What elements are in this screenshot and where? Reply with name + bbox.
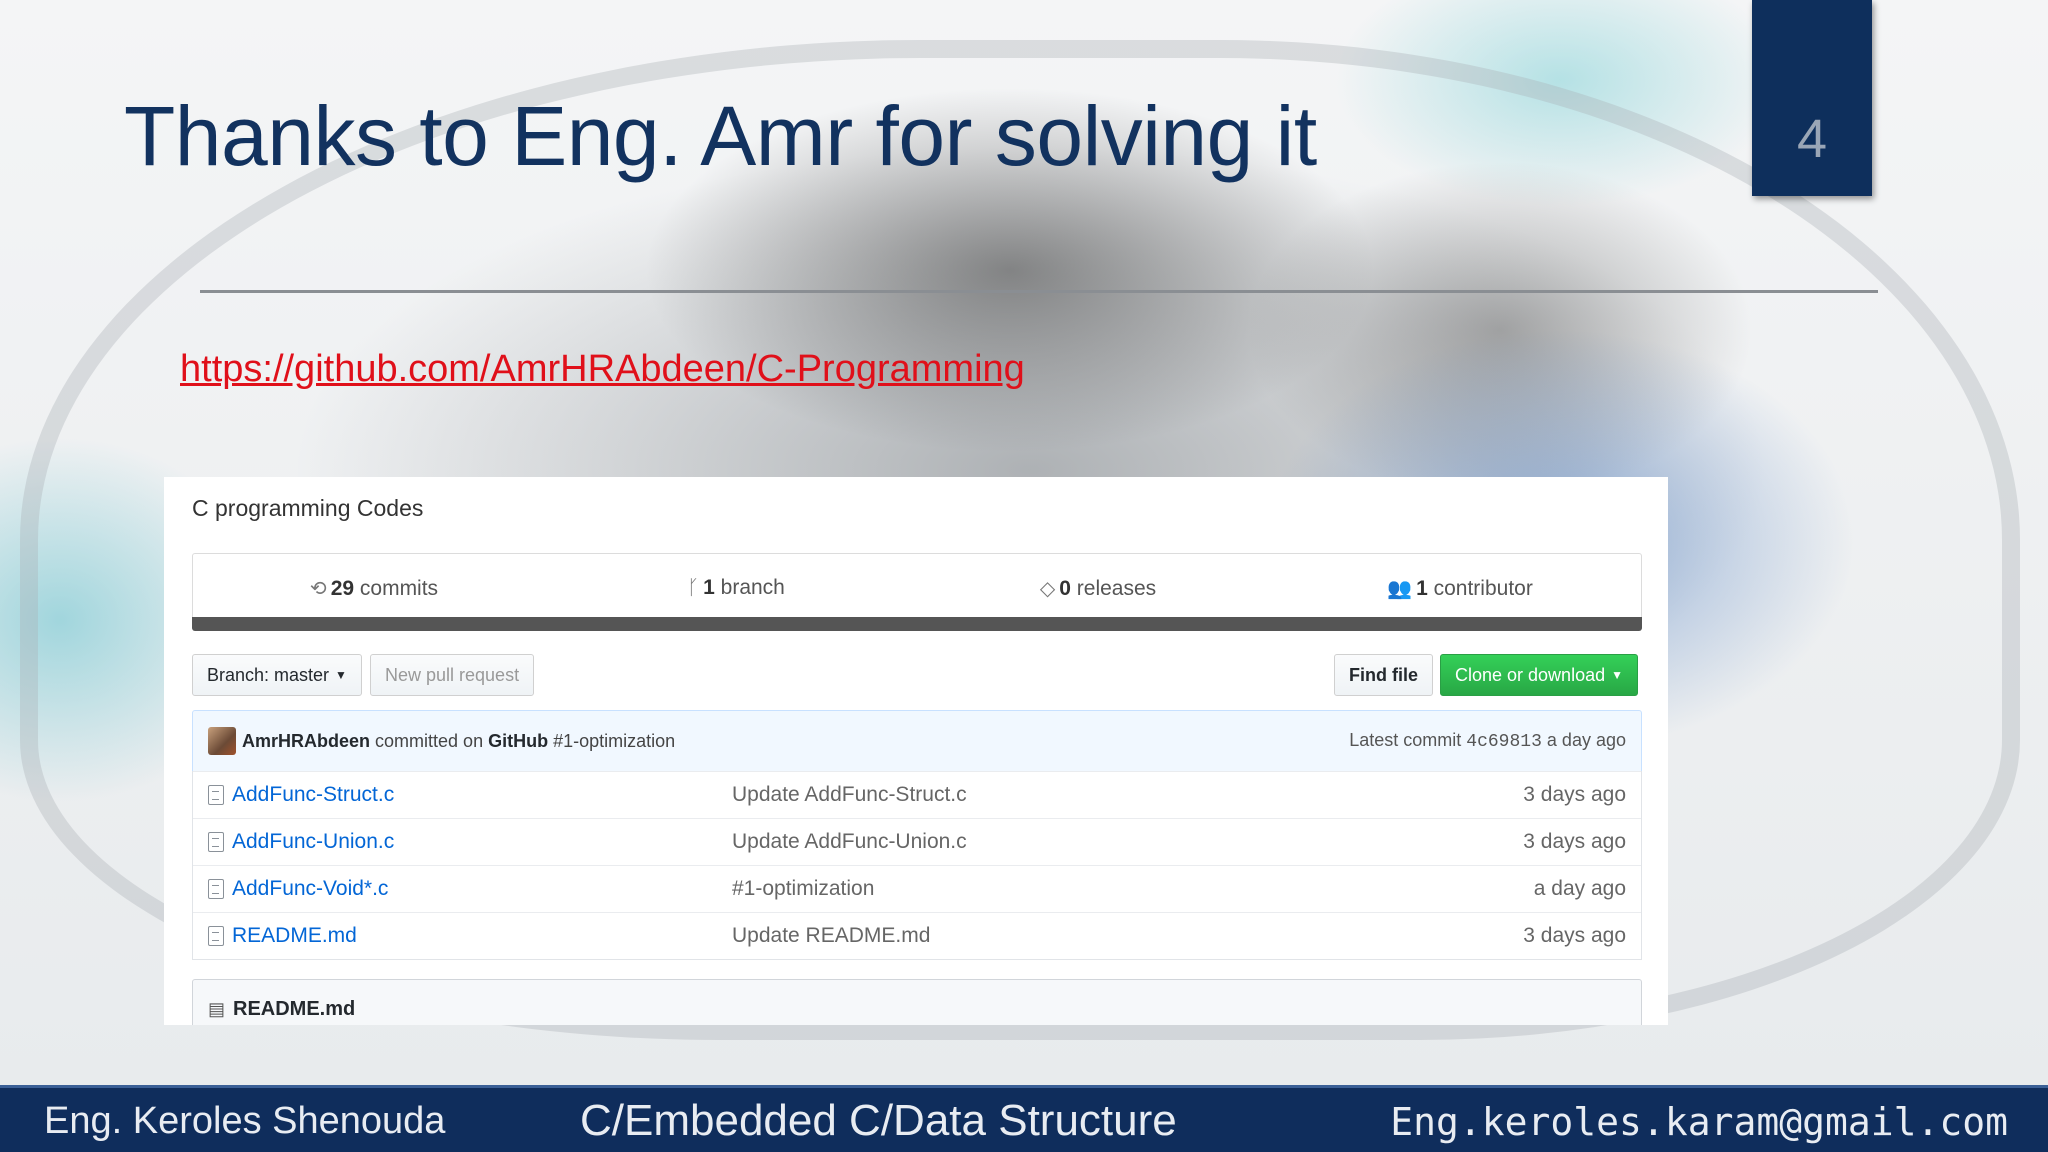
tag-icon: ◇: [1039, 577, 1056, 600]
footer-author: Eng. Keroles Shenouda: [44, 1100, 446, 1142]
avatar[interactable]: [208, 727, 236, 755]
commit-age: a day ago: [1546, 730, 1626, 750]
file-commit-message[interactable]: Update AddFunc-Union.c: [732, 830, 1426, 854]
new-pull-request-button[interactable]: New pull request: [370, 654, 535, 696]
branch-label: branch: [720, 576, 785, 599]
commits-stat[interactable]: ⟲ 29 commits: [193, 576, 555, 601]
branch-select-label: Branch: master: [207, 664, 330, 685]
repo-description: C programming Codes: [192, 495, 424, 521]
latest-commit-bar: AmrHRAbdeen committed on GitHub #1-optim…: [192, 710, 1642, 772]
file-row: README.md Update README.md 3 days ago: [193, 912, 1641, 959]
readme-title: README.md: [233, 997, 356, 1020]
contributor-stat[interactable]: 👥 1 contributor: [1279, 576, 1641, 601]
slide-footer: Eng. Keroles Shenouda C/Embedded C/Data …: [0, 1085, 2048, 1152]
releases-label: releases: [1076, 576, 1157, 600]
caret-down-icon: ▼: [335, 668, 347, 682]
file-commit-message[interactable]: #1-optimization: [732, 877, 1426, 901]
releases-stat[interactable]: ◇ 0 releases: [917, 576, 1279, 601]
page-number: 4: [1796, 109, 1828, 169]
branch-icon: ᚴ: [687, 577, 700, 599]
file-icon: [208, 785, 224, 805]
commit-platform: GitHub: [488, 730, 549, 751]
file-age: 3 days ago: [1523, 783, 1626, 806]
file-icon: [208, 879, 224, 899]
file-row: AddFunc-Struct.c Update AddFunc-Struct.c…: [193, 771, 1641, 818]
latest-commit-info: Latest commit 4c69813 a day ago: [1349, 730, 1626, 752]
commit-message[interactable]: #1-optimization: [553, 731, 675, 752]
file-age: a day ago: [1533, 877, 1626, 900]
github-link[interactable]: https://github.com/AmrHRAbdeen/C-Program…: [180, 348, 1025, 391]
github-repo-screenshot: C programming Codes ⟲ 29 commits ᚴ1 branc…: [164, 477, 1668, 1025]
branch-select-button[interactable]: Branch: master ▼: [192, 654, 362, 696]
file-row: AddFunc-Void*.c #1-optimization a day ag…: [193, 865, 1641, 912]
footer-course: C/Embedded C/Data Structure: [580, 1096, 1177, 1145]
committed-on-text: committed on: [375, 730, 484, 751]
contributor-count: 1: [1416, 576, 1428, 600]
file-commit-message[interactable]: Update AddFunc-Struct.c: [732, 783, 1426, 807]
history-icon: ⟲: [309, 577, 327, 600]
branch-count: 1: [703, 576, 715, 599]
file-name-link[interactable]: AddFunc-Union.c: [232, 830, 732, 854]
footer-email: Eng.keroles.karam@gmail.com: [1390, 1100, 2008, 1144]
file-age: 3 days ago: [1523, 830, 1626, 853]
commits-label: commits: [359, 576, 439, 600]
title-divider: [200, 290, 1878, 293]
repo-stats-bar: ⟲ 29 commits ᚴ1 branch ◇ 0 releases 👥 1 con…: [192, 553, 1642, 623]
commit-author[interactable]: AmrHRAbdeen: [242, 731, 370, 752]
file-row: AddFunc-Union.c Update AddFunc-Union.c 3…: [193, 818, 1641, 865]
latest-commit-label: Latest commit: [1349, 730, 1462, 750]
file-list: AddFunc-Struct.c Update AddFunc-Struct.c…: [192, 771, 1642, 960]
branch-stat[interactable]: ᚴ1 branch: [555, 576, 917, 600]
page-number-box: 4: [1752, 0, 1872, 196]
clone-or-download-label: Clone or download: [1455, 664, 1606, 685]
releases-count: 0: [1059, 576, 1071, 600]
file-name-link[interactable]: README.md: [232, 924, 732, 948]
file-commit-message[interactable]: Update README.md: [732, 924, 1426, 948]
file-icon: [208, 926, 224, 946]
people-icon: 👥: [1387, 577, 1413, 600]
file-name-link[interactable]: AddFunc-Void*.c: [232, 877, 732, 901]
commits-count: 29: [330, 576, 355, 600]
file-icon: [208, 832, 224, 852]
slide-title: Thanks to Eng. Amr for solving it: [124, 89, 1317, 183]
file-name-link[interactable]: AddFunc-Struct.c: [232, 783, 732, 807]
caret-down-icon: ▼: [1611, 668, 1623, 682]
find-file-button[interactable]: Find file: [1334, 654, 1433, 696]
contributor-label: contributor: [1433, 576, 1533, 600]
clone-or-download-button[interactable]: Clone or download ▼: [1440, 654, 1638, 696]
readme-header: ▤ README.md: [192, 979, 1642, 1025]
language-bar: [192, 617, 1642, 631]
commit-hash[interactable]: 4c69813: [1466, 732, 1542, 752]
file-age: 3 days ago: [1523, 924, 1626, 947]
book-icon: ▤: [208, 998, 226, 1019]
